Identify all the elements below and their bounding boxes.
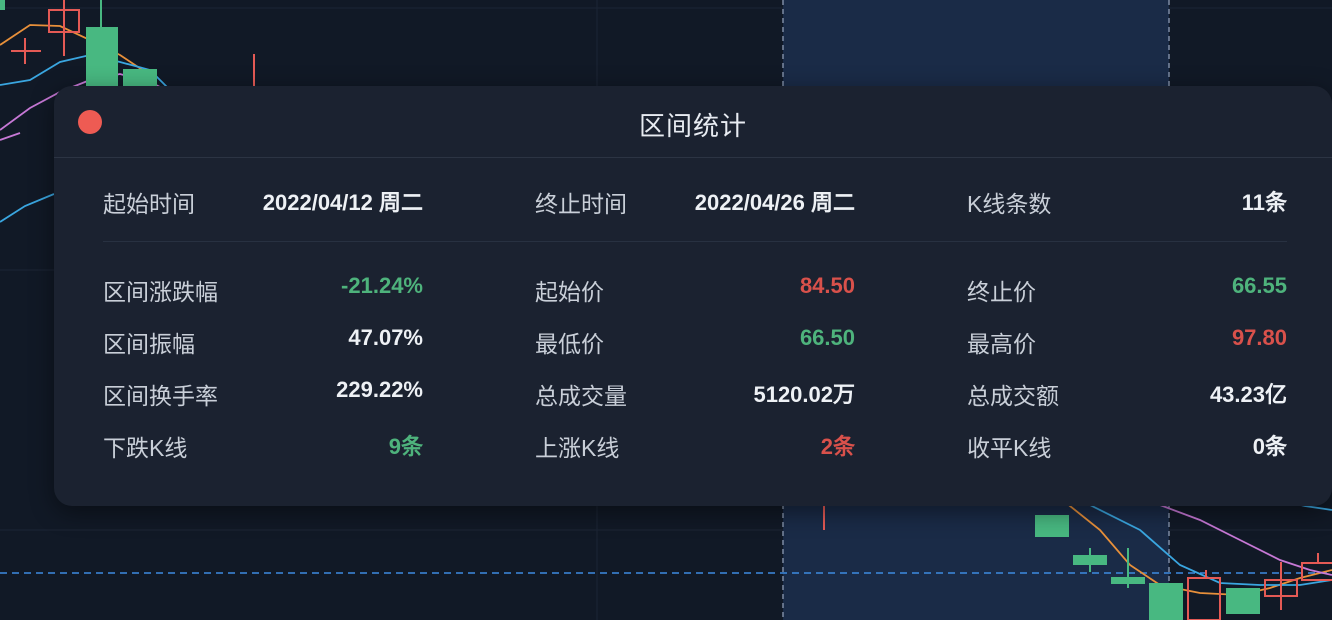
stat-total-volume: 总成交量 5120.02万 — [535, 377, 855, 409]
panel-header: 区间统计 — [54, 86, 1332, 158]
stat-value: 66.50 — [799, 325, 855, 350]
section-divider — [103, 241, 1287, 242]
kline-count-value: 11条 — [1241, 190, 1287, 215]
stat-label: 最高价 — [967, 331, 1036, 357]
stat-label: 最低价 — [535, 331, 604, 357]
stat-value: 66.55 — [1231, 273, 1287, 298]
candle-down — [1035, 515, 1069, 537]
stats-grid: 区间涨跌幅 -21.24% 起始价 84.50 终止价 66.55 区间振幅 4… — [103, 273, 1287, 481]
stat-down-klines: 下跌K线 9条 — [103, 429, 423, 461]
stat-label: 总成交量 — [535, 383, 627, 409]
stat-label: 下跌K线 — [103, 435, 188, 461]
kline-count-label: K线条数 — [967, 191, 1052, 217]
stat-value: 5120.02万 — [753, 382, 855, 407]
stat-value: 2条 — [820, 434, 855, 459]
range-summary-row: 起始时间 2022/04/12 周二 终止时间 2022/04/26 周二 K线… — [103, 185, 1287, 217]
stat-value: 43.23亿 — [1209, 382, 1287, 407]
candle-up — [1187, 577, 1221, 620]
stat-interval-change: 区间涨跌幅 -21.24% — [103, 273, 423, 305]
kline-count-cell: K线条数 11条 — [967, 185, 1287, 217]
panel-title: 区间统计 — [638, 111, 747, 141]
candle-down — [1111, 577, 1145, 584]
interval-statistics-panel: 区间统计 起始时间 2022/04/12 周二 终止时间 2022/04/26 … — [54, 86, 1332, 506]
candle-down — [0, 0, 5, 10]
end-time-cell: 终止时间 2022/04/26 周二 — [535, 185, 855, 217]
stat-up-klines: 上涨K线 2条 — [535, 429, 855, 461]
stat-value: 47.07% — [348, 325, 423, 350]
stat-value: 229.22% — [336, 377, 423, 402]
start-time-cell: 起始时间 2022/04/12 周二 — [103, 185, 423, 217]
candle-up — [11, 38, 41, 64]
ma-purple-right-line — [1159, 504, 1332, 576]
stat-label: 终止价 — [967, 279, 1036, 305]
stat-value: 9条 — [388, 434, 423, 459]
stat-value: 97.80 — [1231, 325, 1287, 350]
end-time-label: 终止时间 — [535, 191, 627, 217]
stat-row: 区间涨跌幅 -21.24% 起始价 84.50 终止价 66.55 — [103, 273, 1287, 325]
stat-value: 0条 — [1252, 434, 1287, 459]
stat-end-price: 终止价 66.55 — [967, 273, 1287, 305]
stat-label: 总成交额 — [967, 383, 1059, 409]
stat-highest-price: 最高价 97.80 — [967, 325, 1287, 357]
stat-total-amount: 总成交额 43.23亿 — [967, 377, 1287, 409]
stat-label: 上涨K线 — [535, 435, 620, 461]
ma-blue-left-line — [0, 193, 55, 223]
stat-label: 区间换手率 — [103, 383, 218, 409]
stat-label: 区间振幅 — [103, 331, 195, 357]
candle-down — [86, 0, 118, 87]
stat-start-price: 起始价 84.50 — [535, 273, 855, 305]
stat-value: -21.24% — [341, 273, 423, 298]
stat-interval-amplitude: 区间振幅 47.07% — [103, 325, 423, 357]
stat-label: 起始价 — [535, 279, 604, 305]
start-time-value: 2022/04/12 周二 — [262, 190, 423, 215]
candle-down — [1226, 588, 1260, 614]
stat-turnover-rate: 区间换手率 229.22% — [103, 377, 423, 409]
stat-lowest-price: 最低价 66.50 — [535, 325, 855, 357]
stat-row: 区间换手率 229.22% 总成交量 5120.02万 总成交额 43.23亿 — [103, 377, 1287, 429]
stat-label: 区间涨跌幅 — [103, 279, 218, 305]
stat-row: 区间振幅 47.07% 最低价 66.50 最高价 97.80 — [103, 325, 1287, 377]
stat-label: 收平K线 — [967, 435, 1052, 461]
stat-flat-klines: 收平K线 0条 — [967, 429, 1287, 461]
stat-value: 84.50 — [799, 273, 855, 298]
candle-down — [1149, 583, 1183, 620]
end-time-value: 2022/04/26 周二 — [694, 190, 855, 215]
start-time-label: 起始时间 — [103, 191, 195, 217]
ma-purple-left-line — [0, 132, 21, 141]
stat-row: 下跌K线 9条 上涨K线 2条 收平K线 0条 — [103, 429, 1287, 481]
